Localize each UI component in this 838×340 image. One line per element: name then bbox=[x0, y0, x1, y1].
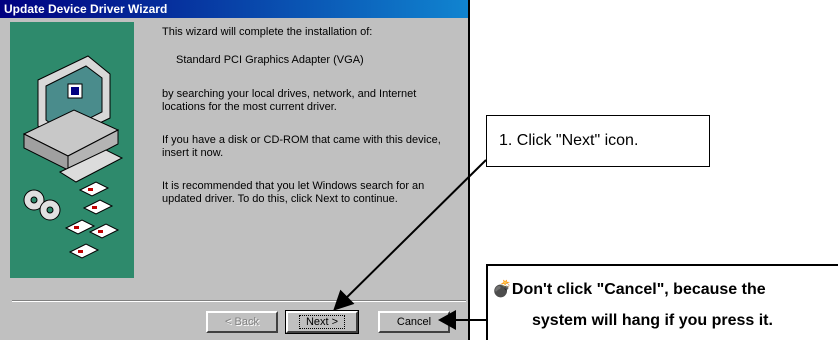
cancel-arrowhead bbox=[438, 310, 456, 330]
next-arrow bbox=[333, 159, 487, 311]
callout-arrows bbox=[333, 159, 487, 330]
